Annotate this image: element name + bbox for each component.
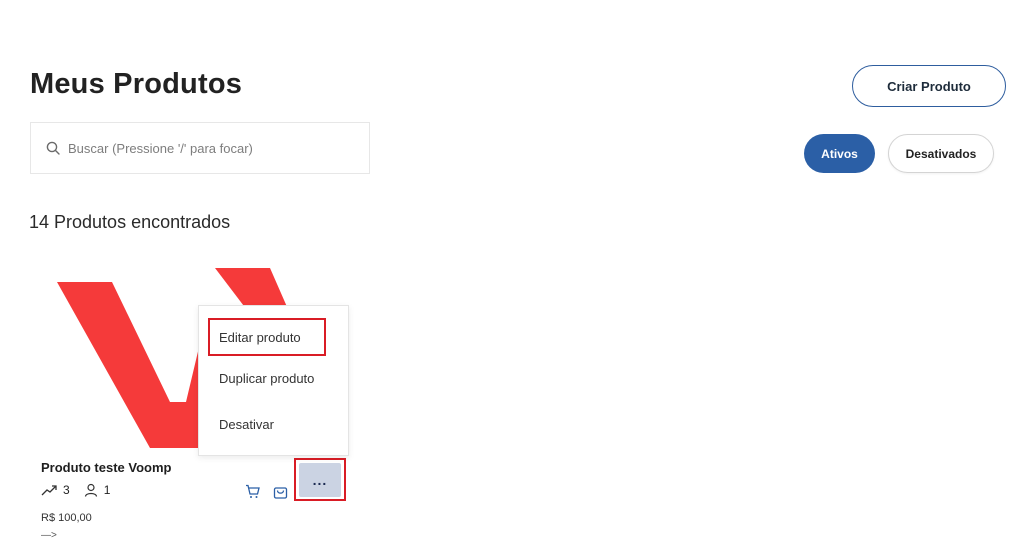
product-extra: —> [41, 530, 57, 541]
search-icon [46, 141, 60, 155]
search-box[interactable] [30, 122, 370, 174]
filter-active-button[interactable]: Ativos [804, 134, 875, 173]
bag-button[interactable] [272, 483, 288, 499]
sales-stat: 3 [41, 483, 70, 497]
filter-inactive-button[interactable]: Desativados [888, 134, 994, 173]
trending-up-icon [41, 485, 57, 496]
cart-button[interactable] [244, 483, 260, 499]
more-options-button[interactable]: ... [294, 458, 346, 501]
search-input[interactable] [68, 140, 348, 156]
context-menu: Editar produto Duplicar produto Desativa… [198, 305, 349, 456]
sales-count: 3 [63, 483, 70, 497]
menu-item-edit-product[interactable]: Editar produto [208, 318, 326, 356]
bag-icon [273, 486, 287, 499]
more-icon: ... [299, 462, 341, 497]
users-count: 1 [103, 483, 111, 497]
users-stat: 1 [84, 483, 111, 497]
product-price: R$ 100,00 [41, 512, 92, 524]
menu-item-deactivate[interactable]: Desativar [199, 417, 348, 432]
product-stats: 3 1 [41, 483, 124, 497]
results-count: 14 Produtos encontrados [29, 212, 231, 232]
page-title: Meus Produtos [30, 68, 243, 100]
create-product-button[interactable]: Criar Produto [852, 65, 1006, 107]
user-icon [84, 483, 97, 497]
cart-icon [245, 484, 260, 498]
product-name: Produto teste Voomp [41, 460, 172, 475]
menu-item-duplicate-product[interactable]: Duplicar produto [199, 371, 348, 386]
